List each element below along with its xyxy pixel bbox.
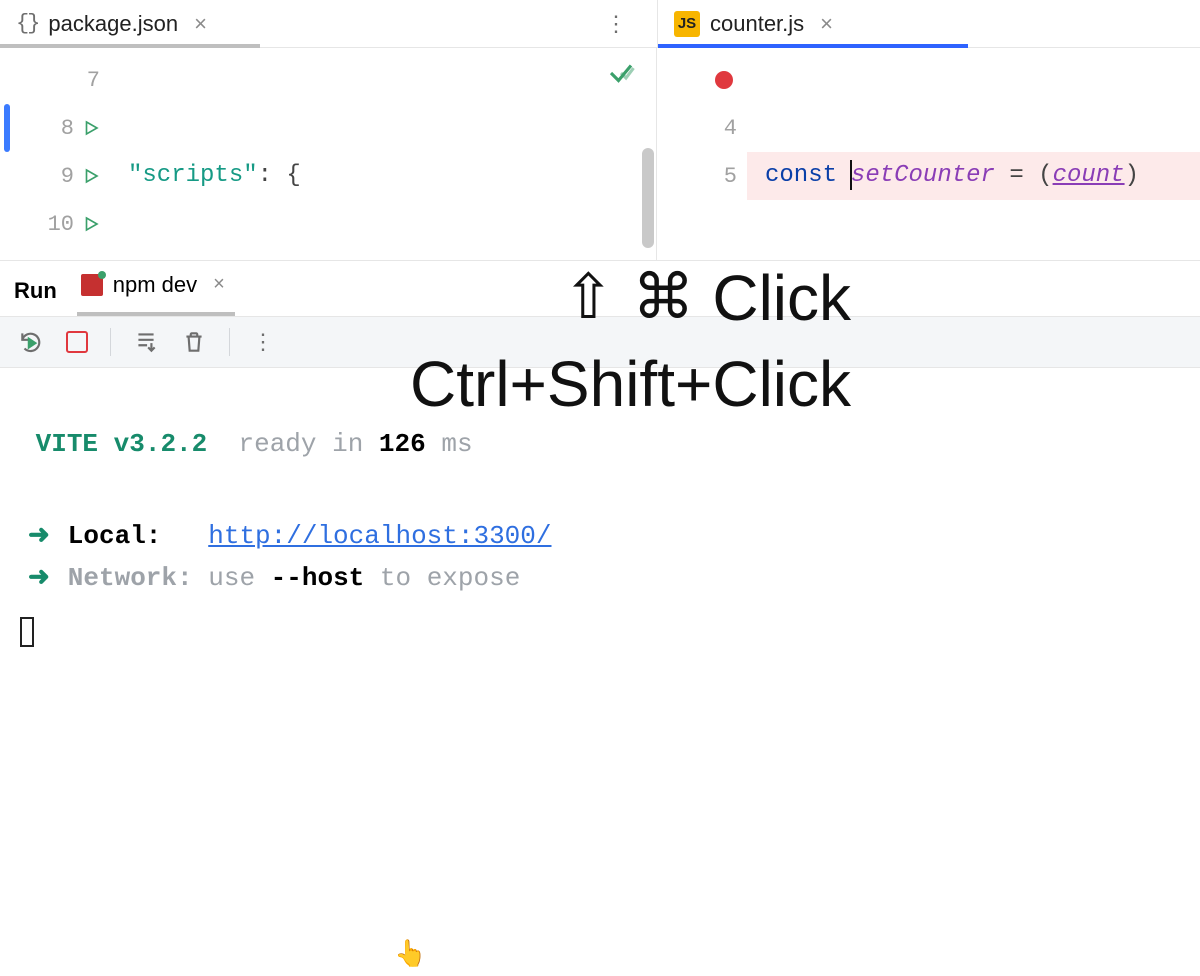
line-number: 7 <box>66 68 100 93</box>
run-config-tab[interactable]: npm dev × <box>77 261 235 316</box>
inspection-ok-icon[interactable] <box>606 58 636 88</box>
scrollbar[interactable] <box>642 148 654 248</box>
line-number: 10 <box>40 212 74 237</box>
pointer-cursor-icon: 👆 <box>394 934 426 976</box>
npm-icon <box>81 274 103 296</box>
close-tab-icon[interactable]: × <box>814 7 839 41</box>
tab-title: package.json <box>48 11 178 37</box>
toolbar-separator <box>229 328 230 356</box>
console-line: ➜ Network: use --host to expose <box>20 557 1180 599</box>
code-area[interactable]: "scripts": { "dev": "vite --port 3300", … <box>110 48 656 260</box>
console-line: VITE v3.2.2 ready in 126 ms <box>20 423 1180 465</box>
tab-more-icon[interactable]: ⋮ <box>593 7 641 41</box>
clear-all-button[interactable] <box>181 329 207 355</box>
run-gutter-icon[interactable] <box>82 167 100 185</box>
breakpoint-icon[interactable] <box>715 71 733 89</box>
toolbar-more-icon[interactable]: ⋮ <box>252 329 276 355</box>
close-run-tab-icon[interactable]: × <box>207 269 231 300</box>
editor-counter-js[interactable]: 4 5 const setCounter = (count) counter =… <box>657 48 1200 260</box>
tab-package-json[interactable]: {} package.json × ⋮ <box>0 0 657 47</box>
gutter[interactable]: 4 5 <box>657 48 747 260</box>
scroll-to-end-button[interactable] <box>133 329 159 355</box>
rerun-button[interactable] <box>18 329 44 355</box>
console-line: ➜ Local: http://localhost:3300/ <box>20 515 1180 557</box>
line-number: 4 <box>703 116 737 141</box>
run-panel-label: Run <box>14 278 57 316</box>
run-config-name: npm dev <box>113 272 197 298</box>
gutter[interactable]: 7 8 9 10 <box>0 48 110 260</box>
code-area[interactable]: const setCounter = (count) counter = cou… <box>747 48 1200 260</box>
toolbar-separator <box>110 328 111 356</box>
line-number: 5 <box>703 164 737 189</box>
editor-package-json[interactable]: 7 8 9 10 "scripts": { "dev": "vite --por… <box>0 48 657 260</box>
json-file-icon: {} <box>16 11 38 36</box>
run-toolbar: ⋮ <box>0 316 1200 368</box>
close-tab-icon[interactable]: × <box>188 7 213 41</box>
local-url-link[interactable]: http://localhost:3300/ <box>208 515 551 557</box>
console-caret <box>20 617 34 647</box>
tab-counter-js[interactable]: JS counter.js × <box>658 0 1200 47</box>
run-gutter-icon[interactable] <box>82 215 100 233</box>
line-number: 8 <box>40 116 74 141</box>
stop-button[interactable] <box>66 331 88 353</box>
run-panel-header: Run npm dev × <box>0 260 1200 316</box>
line-number: 9 <box>40 164 74 189</box>
tab-title: counter.js <box>710 11 804 37</box>
js-file-icon: JS <box>674 11 700 37</box>
current-line-indicator <box>4 104 10 152</box>
run-gutter-icon[interactable] <box>82 119 100 137</box>
console-output[interactable]: VITE v3.2.2 ready in 126 ms ➜ Local: htt… <box>0 368 1200 700</box>
